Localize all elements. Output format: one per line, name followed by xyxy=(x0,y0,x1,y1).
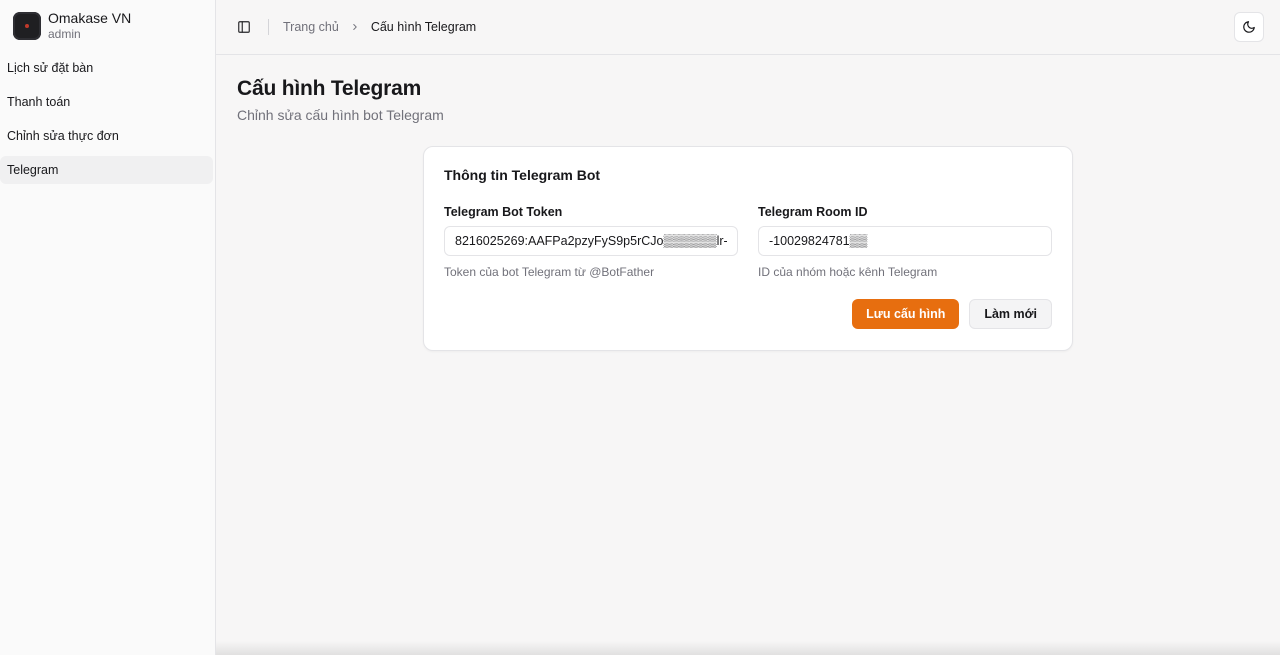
form-actions: Lưu cấu hình Làm mới xyxy=(852,299,1052,329)
room-id-label: Telegram Room ID xyxy=(758,205,868,219)
sidebar-item-booking-history[interactable]: Lịch sử đặt bàn xyxy=(0,54,213,82)
room-id-field: Telegram Room ID ID của nhóm hoặc kênh T… xyxy=(758,205,1052,279)
room-id-hint: ID của nhóm hoặc kênh Telegram xyxy=(758,265,938,279)
chevron-right-icon xyxy=(350,22,360,32)
refresh-button[interactable]: Làm mới xyxy=(969,299,1052,329)
breadcrumb-home-link[interactable]: Trang chủ xyxy=(283,20,339,34)
panel-left-icon xyxy=(238,21,250,33)
theme-toggle-button[interactable] xyxy=(1234,12,1264,42)
bottom-shadow xyxy=(216,641,1280,655)
brand[interactable]: Omakase VN admin xyxy=(0,0,215,50)
breadcrumb-current: Cấu hình Telegram xyxy=(370,20,477,34)
bot-token-label: Telegram Bot Token xyxy=(444,205,563,219)
sidebar-nav: Lịch sử đặt bàn Thanh toán Chỉnh sửa thự… xyxy=(0,54,215,190)
brand-logo xyxy=(13,12,41,40)
page-subtitle: Chỉnh sửa cấu hình bot Telegram xyxy=(237,107,444,123)
save-config-button[interactable]: Lưu cấu hình xyxy=(852,299,960,329)
sidebar-item-edit-menu[interactable]: Chỉnh sửa thực đơn xyxy=(0,122,213,150)
brand-role: admin xyxy=(48,26,81,41)
brand-name: Omakase VN xyxy=(48,10,132,27)
topbar-separator xyxy=(268,19,269,35)
main-area: Trang chủ Cấu hình Telegram Cấu hình Tel… xyxy=(216,0,1280,655)
brand-text: Omakase VN admin xyxy=(48,10,132,41)
sidebar-toggle-button[interactable] xyxy=(230,13,258,41)
room-id-input[interactable] xyxy=(758,226,1052,256)
page-content: Cấu hình Telegram Chỉnh sửa cấu hình bot… xyxy=(216,55,1280,145)
breadcrumb: Trang chủ Cấu hình Telegram xyxy=(283,20,476,34)
logo-dot-icon xyxy=(25,24,29,28)
sidebar: Omakase VN admin Lịch sử đặt bàn Thanh t… xyxy=(0,0,216,655)
app-root: Omakase VN admin Lịch sử đặt bàn Thanh t… xyxy=(0,0,1280,655)
form-fields: Telegram Bot Token Token của bot Telegra… xyxy=(444,205,1052,279)
moon-icon xyxy=(1243,21,1255,33)
bot-token-input[interactable] xyxy=(444,226,738,256)
bot-token-field: Telegram Bot Token Token của bot Telegra… xyxy=(444,205,738,279)
sidebar-item-telegram[interactable]: Telegram xyxy=(0,156,213,184)
sidebar-item-payment[interactable]: Thanh toán xyxy=(0,88,213,116)
card-title: Thông tin Telegram Bot xyxy=(444,167,601,183)
telegram-config-card: Thông tin Telegram Bot Telegram Bot Toke… xyxy=(423,146,1073,351)
page-title: Cấu hình Telegram xyxy=(237,77,422,100)
bot-token-hint: Token của bot Telegram từ @BotFather xyxy=(444,265,655,279)
topbar: Trang chủ Cấu hình Telegram xyxy=(216,0,1280,55)
